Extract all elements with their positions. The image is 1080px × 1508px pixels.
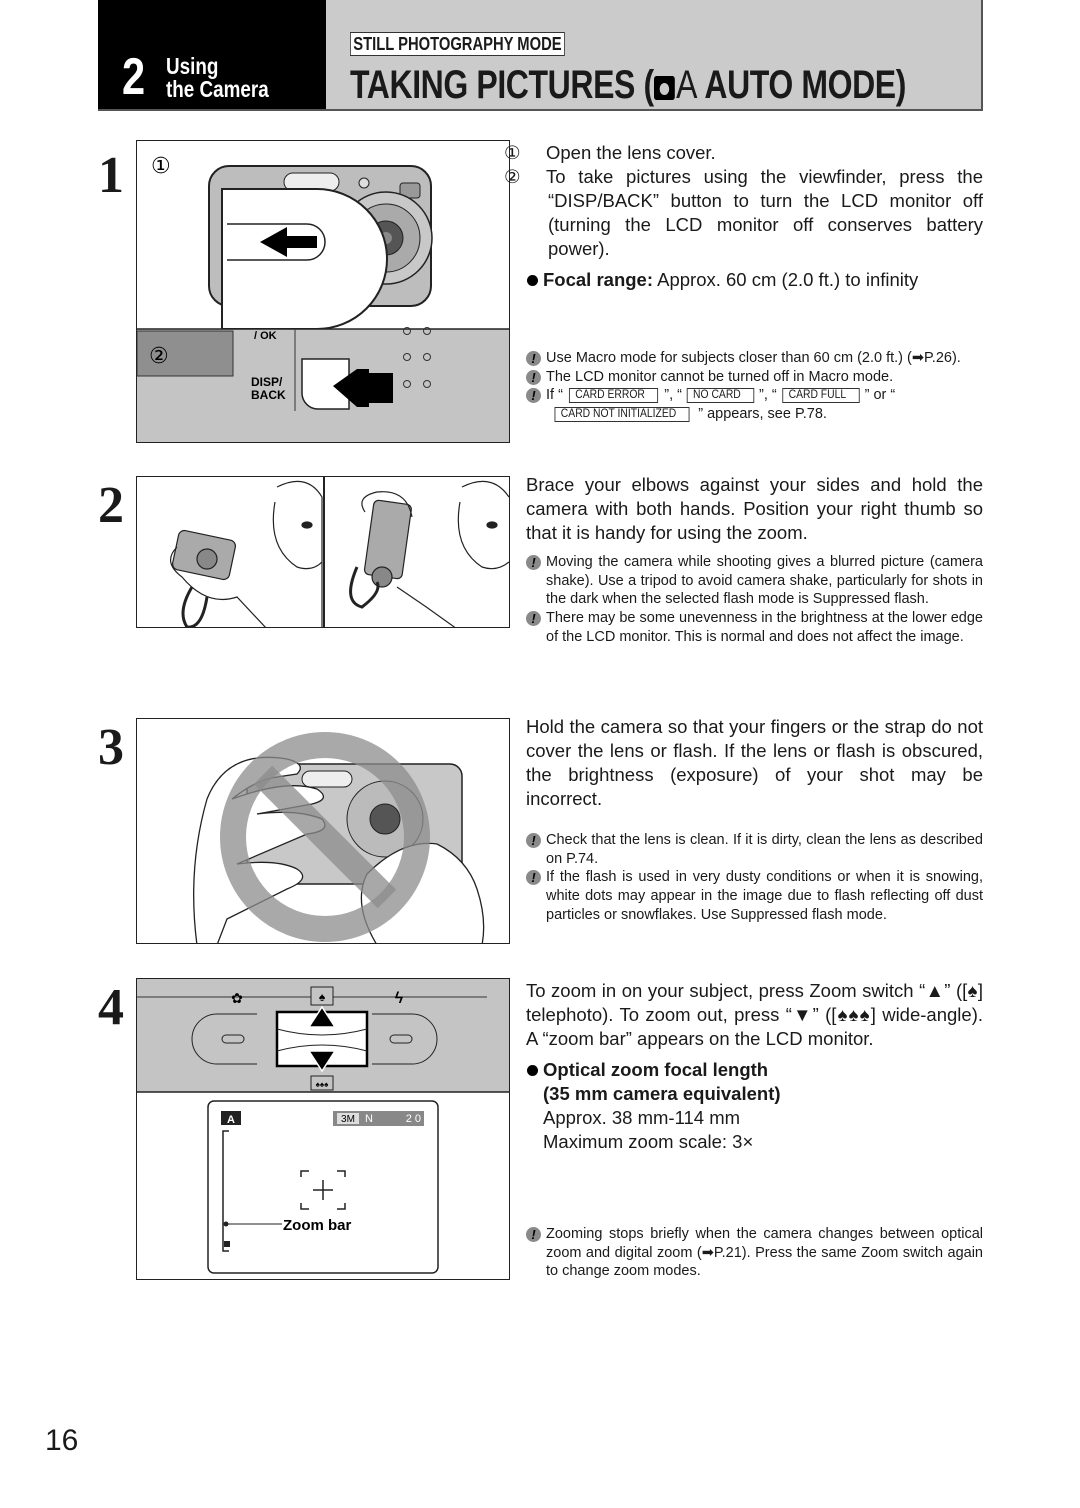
card-error-note: ! If “CARD ERROR”, “NO CARD”, “CARD FULL”…: [526, 386, 983, 423]
card-error-tag: CARD ERROR: [568, 388, 659, 404]
step-3-text: Hold the camera so that your fingers or …: [526, 715, 983, 925]
page-number: 16: [45, 1424, 79, 1457]
disp-label-line2: BACK: [251, 388, 286, 402]
svg-text:♠: ♠: [319, 990, 326, 1004]
zoom-bar-indicator: [224, 1241, 230, 1247]
caution-icon: !: [526, 388, 541, 404]
step-number-2: 2: [98, 477, 124, 534]
instruction-1: ① Open the lens cover.: [504, 142, 716, 163]
step-number-1: 1: [98, 147, 124, 204]
caution-icon: !: [526, 611, 541, 627]
card-full-tag: CARD FULL: [781, 388, 860, 404]
instruction-2: ② To take pictures using the viewfinder, …: [504, 166, 983, 259]
macro-icon: ✿: [231, 990, 243, 1006]
note: ! Zooming stops briefly when the camera c…: [526, 1225, 983, 1281]
step-number-4: 4: [98, 979, 124, 1036]
instruction: To zoom in on your subject, press Zoom s…: [526, 980, 983, 1049]
note: ! Moving the camera while shooting gives …: [526, 553, 983, 609]
chapter-title: Using the Camera: [166, 53, 269, 102]
no-card-tag: NO CARD: [686, 388, 755, 404]
lens-cover: [221, 188, 388, 330]
instruction: Brace your elbows against your sides and…: [526, 474, 983, 543]
caution-icon: !: [526, 870, 541, 886]
page-header: 2 Using the Camera STILL PHOTOGRAPHY MOD…: [98, 0, 983, 111]
left-button: [191, 1013, 257, 1065]
step-4-notes: ! Zooming stops briefly when the camera c…: [526, 1225, 983, 1281]
step-number-3: 3: [98, 719, 124, 776]
focal-range-bullet: Focal range: Approx. 60 cm (2.0 ft.) to …: [526, 268, 983, 292]
disp-label-line1: DISP/: [251, 375, 283, 389]
flash-icon: ϟ: [395, 990, 404, 1007]
sub-step-1-label: ①: [151, 154, 171, 179]
note: ! If the flash is used in very dusty cond…: [526, 868, 983, 924]
figure-open-lens-cover: ① ② / OK DISP/ BACK: [136, 140, 510, 443]
chapter-block: 2 Using the Camera: [98, 0, 326, 109]
svg-text:A: A: [227, 1114, 235, 1126]
card-not-initialized-tag: CARD NOT INITIALIZED: [554, 407, 690, 423]
page-title: TAKING PICTURES (A AUTO MODE): [350, 63, 907, 107]
caution-icon: !: [526, 555, 541, 570]
lcd-image-size: 3M: [341, 1114, 355, 1125]
illustration-horizontal-grip: [170, 480, 323, 627]
camera-icon: [653, 76, 675, 100]
sub-step-2-label: ②: [149, 344, 169, 369]
illustration-vertical-grip: [349, 480, 509, 627]
figure-zoom-switch: ✿ ♠ ϟ ♠♠♠ A 3M N 2 0 Zoom bar: [136, 978, 510, 1280]
instruction: Hold the camera so that your fingers or …: [526, 716, 983, 809]
figure-holding-camera: [136, 476, 510, 628]
zoom-bar-label: Zoom bar: [283, 1217, 351, 1234]
mode-label: STILL PHOTOGRAPHY MODE: [350, 32, 565, 56]
sensor-dot: [358, 177, 370, 189]
svg-text:♠♠♠: ♠♠♠: [316, 1080, 330, 1089]
lcd-shots-remaining: 2 0: [406, 1113, 421, 1125]
step-1-text: ① Open the lens cover. ② To take pictures …: [504, 141, 983, 292]
caution-icon: !: [526, 369, 541, 385]
step-4-text: To zoom in on your subject, press Zoom s…: [526, 979, 983, 1154]
step-2-text: Brace your elbows against your sides and…: [526, 473, 983, 647]
note: ! There may be some unevenness in the bri…: [526, 609, 983, 646]
step-1-notes: ! Use Macro mode for subjects closer than…: [526, 349, 983, 424]
note: ! The LCD monitor cannot be turned off in…: [526, 368, 983, 387]
caution-icon: !: [526, 1227, 541, 1242]
note: ! Check that the lens is clean. If it is …: [526, 831, 983, 868]
chapter-number: 2: [122, 48, 146, 106]
note: ! Use Macro mode for subjects closer than…: [526, 349, 983, 368]
right-button: [372, 1013, 438, 1065]
ok-label: / OK: [254, 330, 277, 342]
figure-incorrect-grip: [136, 718, 510, 944]
lens-glass: [369, 803, 401, 835]
caution-icon: !: [526, 351, 541, 366]
lcd-quality: N: [365, 1113, 373, 1125]
optical-zoom-bullet: Optical zoom focal length (35 mm camera …: [526, 1058, 983, 1154]
caution-icon: !: [526, 833, 541, 848]
